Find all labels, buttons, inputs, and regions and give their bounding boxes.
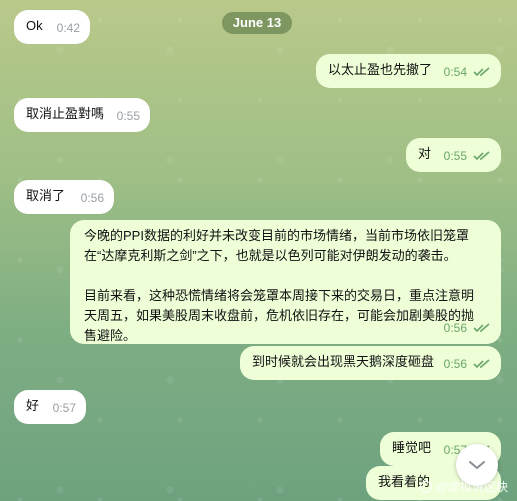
message-outgoing[interactable]: 到时候就会出现黑天鹅深度砸盘 0:56: [240, 346, 501, 380]
message-meta: 0:56: [444, 318, 491, 338]
watermark: @虚拟说区块: [420, 478, 508, 495]
message-incoming[interactable]: 好 0:57: [14, 390, 86, 424]
message-meta: 0:57: [53, 398, 76, 418]
message-outgoing[interactable]: 今晚的PPI数据的利好并未改变目前的市场情绪，当前市场依旧笼罩在“达摩克利斯之剑…: [70, 220, 501, 344]
message-text: 到时候就会出现黑天鹅深度砸盘: [252, 354, 435, 369]
message-text: 睡觉吧: [392, 440, 432, 455]
message-outgoing[interactable]: 以太止盈也先撤了 0:54: [316, 54, 501, 88]
read-checkmarks-icon: [473, 359, 490, 369]
watermark-text: @虚拟说区块: [436, 480, 509, 494]
read-checkmarks-icon: [473, 323, 490, 333]
message-outgoing[interactable]: 对 0:55: [406, 138, 501, 172]
message-incoming[interactable]: 取消止盈對嗎 0:55: [14, 98, 150, 132]
watermark-icon: [420, 480, 432, 493]
message-text: Ok: [26, 18, 43, 33]
message-text: 对: [418, 146, 432, 161]
message-incoming[interactable]: 取消了 0:56: [14, 180, 114, 214]
read-checkmarks-icon: [473, 151, 490, 161]
message-time: 0:55: [116, 109, 140, 123]
message-time: 0:56: [443, 357, 467, 371]
chevron-down-icon: [469, 461, 485, 469]
read-checkmarks-icon: [473, 67, 490, 77]
message-text: 取消止盈對嗎: [26, 106, 105, 121]
date-divider: June 13: [222, 12, 292, 34]
message-time: 0:57: [52, 401, 76, 415]
message-time: 0:54: [443, 65, 467, 79]
message-meta: 0:56: [81, 188, 104, 208]
message-meta: 0:56: [444, 354, 491, 374]
message-text: 好: [26, 398, 40, 413]
message-meta: 0:55: [444, 146, 491, 166]
message-text: 今晚的PPI数据的利好并未改变目前的市场情绪，当前市场依旧笼罩在“达摩克利斯之剑…: [84, 228, 475, 343]
message-meta: 0:55: [117, 106, 140, 126]
message-time: 0:55: [443, 149, 467, 163]
message-meta: 0:42: [57, 18, 80, 38]
message-incoming[interactable]: Ok 0:42: [14, 10, 90, 44]
message-text: 取消了: [26, 188, 66, 203]
message-time: 0:56: [443, 321, 467, 335]
message-text: 以太止盈也先撤了: [328, 62, 433, 77]
message-time: 0:42: [56, 21, 80, 35]
message-time: 0:56: [80, 191, 104, 205]
message-meta: 0:54: [444, 62, 491, 82]
